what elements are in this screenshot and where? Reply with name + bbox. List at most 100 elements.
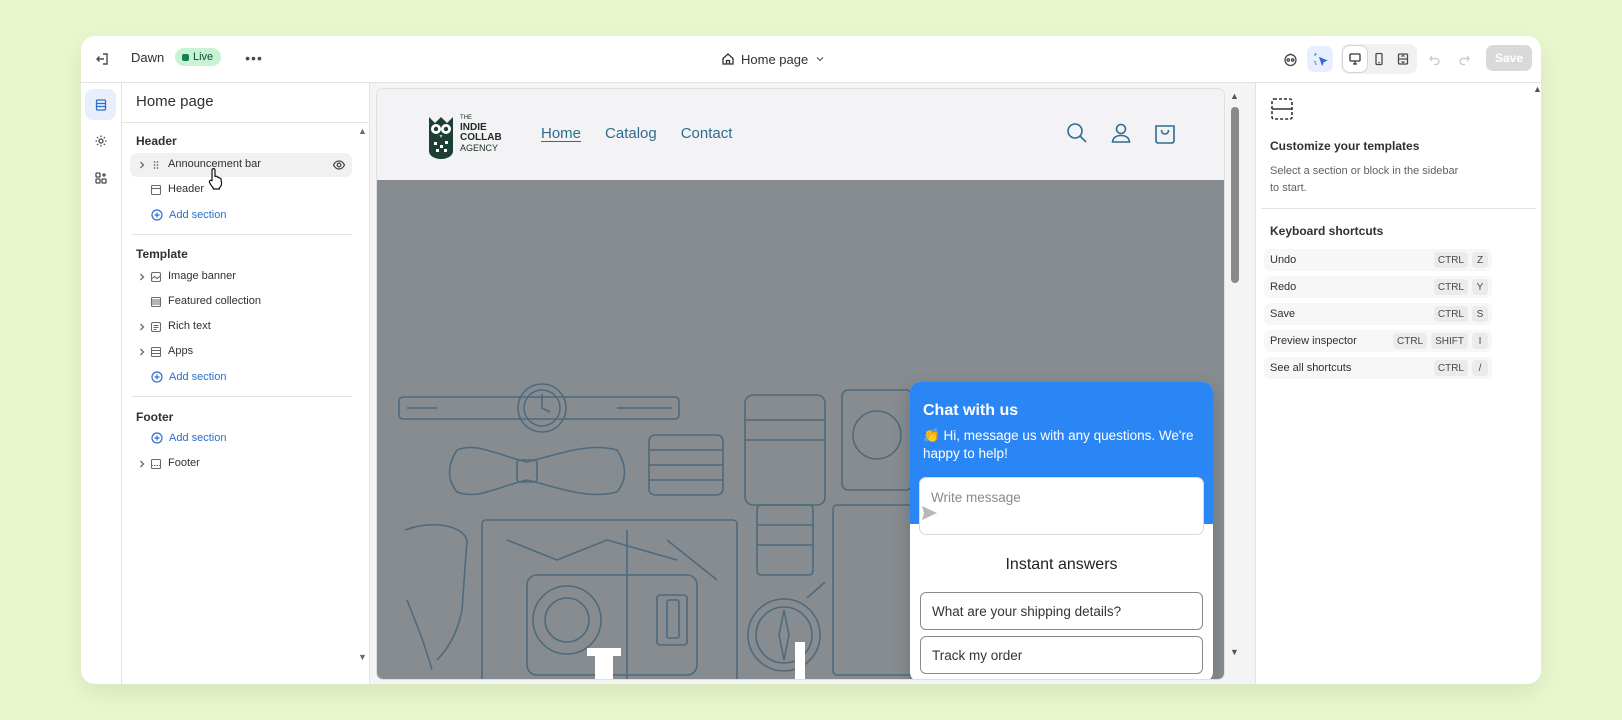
hand-pointer-cursor-icon: [208, 168, 223, 190]
theme-name: Dawn: [131, 50, 165, 65]
shortcut-row-redo: Redo CTRL Y: [1264, 276, 1492, 298]
toolbar-icons: [1277, 44, 1477, 74]
chat-message-input[interactable]: Write message: [920, 478, 1203, 534]
shortcut-label: Preview inspector: [1270, 335, 1357, 347]
left-rail: [81, 83, 122, 684]
viewport-toggle-group: [1341, 44, 1417, 74]
live-status-badge: Live: [175, 48, 222, 66]
section-apps[interactable]: Apps: [130, 340, 352, 364]
scroll-up-arrow-icon[interactable]: ▲: [1533, 84, 1541, 94]
send-icon[interactable]: [920, 504, 938, 522]
desktop-view-icon[interactable]: [1343, 46, 1367, 72]
group-title-footer: Footer: [136, 410, 174, 424]
template-sections-icon: [1271, 98, 1293, 120]
section-header[interactable]: Header: [130, 178, 352, 202]
add-section-button-header[interactable]: Add section: [151, 205, 226, 225]
more-actions-button[interactable]: •••: [242, 46, 266, 70]
image-icon: [150, 271, 162, 283]
section-label: Header: [168, 183, 205, 195]
drag-handle-icon[interactable]: [150, 159, 162, 171]
store-logo-text[interactable]: THE INDIE COLLAB AGENCY: [460, 113, 502, 153]
inspector-select-icon[interactable]: [1307, 46, 1333, 72]
chevron-right-icon[interactable]: [136, 159, 148, 171]
page-selector-label: Home page: [741, 51, 809, 67]
key-cap: CTRL: [1433, 360, 1468, 376]
shortcut-label: Save: [1270, 308, 1296, 320]
settings-gear-icon[interactable]: [85, 125, 116, 156]
divider: [132, 396, 352, 397]
home-icon: [722, 53, 734, 65]
scroll-up-arrow-icon[interactable]: ▲: [1230, 91, 1239, 101]
storefront-preview-area: THE INDIE COLLAB AGENCY Home Catalog Con…: [370, 83, 1255, 684]
plus-circle-icon: [151, 209, 163, 221]
section-featured-collection[interactable]: Featured collection: [130, 290, 352, 314]
exit-icon[interactable]: [91, 48, 113, 70]
instant-answer-button[interactable]: Track my order: [920, 636, 1203, 674]
key-cap: S: [1472, 306, 1488, 322]
keyboard-shortcuts-title: Keyboard shortcuts: [1270, 224, 1384, 238]
storefront-preview[interactable]: THE INDIE COLLAB AGENCY Home Catalog Con…: [377, 89, 1224, 679]
add-section-button-template[interactable]: Add section: [151, 367, 226, 387]
shortcut-row-see-all[interactable]: See all shortcuts CTRL /: [1264, 357, 1492, 379]
section-image-banner[interactable]: Image banner: [130, 265, 352, 289]
section-rich-text[interactable]: Rich text: [130, 315, 352, 339]
section-footer[interactable]: Footer: [130, 452, 352, 476]
nav-link-catalog[interactable]: Catalog: [605, 125, 657, 142]
chevron-right-icon[interactable]: [136, 346, 148, 358]
ai-assistant-icon[interactable]: [1277, 46, 1303, 72]
header-layout-icon: [150, 184, 162, 196]
chevron-right-icon[interactable]: [136, 271, 148, 283]
section-label: Footer: [168, 457, 200, 469]
instant-answer-button[interactable]: What are your shipping details?: [920, 592, 1203, 630]
scroll-down-arrow-icon[interactable]: ▼: [358, 652, 367, 662]
account-icon[interactable]: [1109, 121, 1133, 145]
shortcut-row-undo: Undo CTRL Z: [1264, 249, 1492, 271]
shortcut-label: See all shortcuts: [1270, 362, 1352, 374]
chat-subtitle: 👏 Hi, message us with any questions. We'…: [923, 428, 1194, 461]
sections-icon[interactable]: [85, 89, 116, 120]
key-cap: CTRL: [1433, 306, 1468, 322]
search-icon[interactable]: [1065, 121, 1089, 145]
group-title-header: Header: [136, 134, 177, 148]
add-section-button-footer[interactable]: Add section: [151, 428, 226, 448]
shortcut-label: Redo: [1270, 281, 1297, 293]
chevron-right-icon[interactable]: [136, 321, 148, 333]
key-cap: Z: [1472, 252, 1488, 268]
divider: [132, 234, 352, 235]
key-cap: Y: [1472, 279, 1488, 295]
settings-panel: ▲ Customize your templates Select a sect…: [1255, 83, 1541, 684]
scrollbar-thumb[interactable]: [1231, 107, 1239, 283]
apps-icon: [150, 346, 162, 358]
key-cap: CTRL: [1392, 333, 1428, 349]
undo-icon[interactable]: [1421, 46, 1447, 72]
section-announcement-bar[interactable]: Announcement bar: [130, 153, 352, 177]
store-header[interactable]: THE INDIE COLLAB AGENCY Home Catalog Con…: [377, 89, 1224, 180]
chevron-right-icon[interactable]: [136, 458, 148, 470]
key-cap: SHIFT: [1431, 333, 1468, 349]
preview-scrollbar[interactable]: ▲ ▼: [1228, 89, 1242, 679]
scroll-down-arrow-icon[interactable]: ▼: [1230, 647, 1239, 657]
store-nav: Home Catalog Contact: [541, 125, 732, 142]
image-banner-hero[interactable]: Chat with us 👏 Hi, message us with any q…: [377, 180, 1224, 679]
top-bar: Dawn Live ••• Home page Save: [81, 36, 1541, 83]
collection-icon: [150, 296, 162, 308]
shortcut-label: Undo: [1270, 254, 1297, 266]
scroll-up-arrow-icon[interactable]: ▲: [358, 126, 367, 136]
divider: [1261, 208, 1536, 209]
mobile-view-icon[interactable]: [1367, 46, 1391, 72]
key-cap: CTRL: [1433, 279, 1468, 295]
divider: [122, 122, 370, 123]
eye-icon[interactable]: [332, 158, 346, 172]
chat-widget[interactable]: Chat with us 👏 Hi, message us with any q…: [910, 382, 1213, 679]
nav-link-contact[interactable]: Contact: [681, 125, 733, 142]
key-cap: I: [1472, 333, 1488, 349]
redo-icon[interactable]: [1451, 46, 1477, 72]
page-selector[interactable]: Home page: [721, 47, 826, 71]
fullscreen-view-icon[interactable]: [1391, 46, 1415, 72]
cart-icon[interactable]: [1153, 121, 1177, 145]
save-button[interactable]: Save: [1486, 45, 1532, 71]
logo-line: AGENCY: [460, 143, 499, 153]
shortcut-row-save: Save CTRL S: [1264, 303, 1492, 325]
nav-link-home[interactable]: Home: [541, 125, 581, 142]
app-embeds-icon[interactable]: [85, 162, 116, 193]
